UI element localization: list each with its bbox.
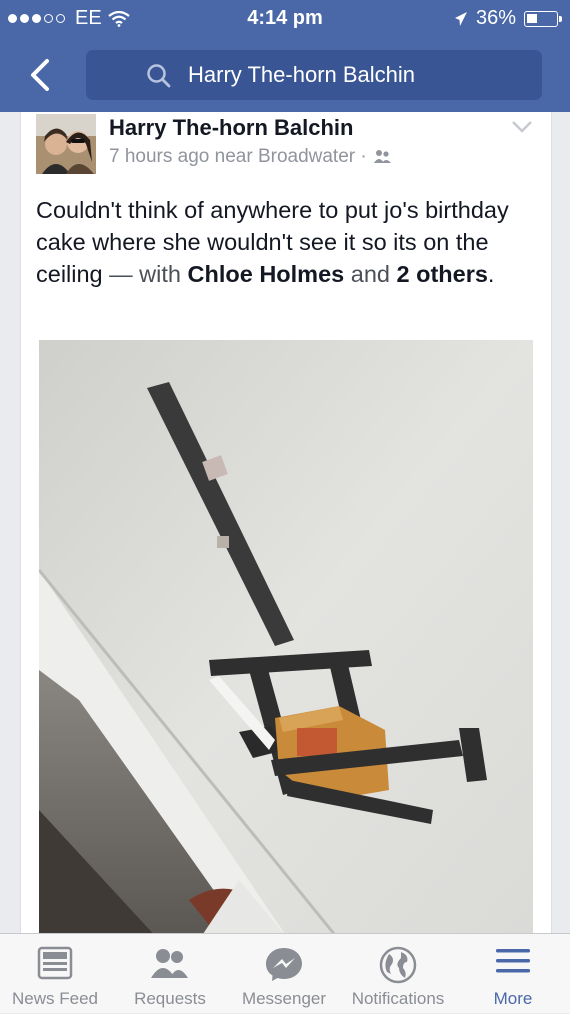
friends-icon: [373, 150, 391, 163]
status-bar: EE 4:14 pm 36%: [0, 0, 570, 40]
search-text: Harry The-horn Balchin: [188, 62, 416, 87]
tab-label: News Feed: [12, 989, 98, 1008]
menu-icon: [496, 949, 530, 973]
news-feed-icon: [37, 946, 73, 980]
post-photo[interactable]: [39, 340, 533, 940]
chevron-left-icon: [31, 59, 49, 91]
post-author-name[interactable]: Harry The-horn Balchin: [109, 115, 353, 141]
post-meta: 7 hours ago near Broadwater ·: [109, 146, 393, 168]
post-text: Couldn't think of anywhere to put jo's b…: [36, 194, 536, 290]
friend-requests-icon: [151, 949, 188, 978]
app-header: EE 4:14 pm 36% Harry The-horn Balchin: [0, 0, 570, 112]
post-card: Harry The-horn Balchin 7 hours ago near …: [20, 112, 552, 940]
search-icon: [147, 64, 171, 88]
battery-icon: [524, 10, 562, 27]
battery-level: [527, 13, 537, 23]
status-right: 36%: [454, 7, 562, 30]
tab-label: Messenger: [241, 989, 327, 1008]
tab-news-feed[interactable]: News Feed: [0, 934, 110, 1014]
post-with-text: — with: [102, 261, 188, 287]
post-time-location: 7 hours ago near Broadwater ·: [109, 146, 367, 167]
tab-messenger[interactable]: Messenger: [234, 934, 334, 1014]
tab-bar: News Feed Requests Messenger Notificatio…: [0, 933, 570, 1013]
tab-label: Notifications: [351, 989, 445, 1008]
tab-more[interactable]: More: [466, 934, 560, 1014]
ceiling-cake-photo: [39, 340, 533, 940]
tab-label: More: [493, 989, 533, 1008]
globe-icon: [379, 946, 417, 984]
tab-label: Requests: [134, 989, 206, 1008]
chevron-down-icon[interactable]: [511, 120, 533, 134]
search-input[interactable]: Harry The-horn Balchin: [86, 50, 542, 100]
tab-requests[interactable]: Requests: [120, 934, 220, 1014]
location-arrow-icon: [454, 11, 467, 26]
avatar-photo: [36, 114, 96, 174]
messenger-icon: [266, 948, 302, 981]
tab-notifications[interactable]: Notifications: [342, 934, 454, 1014]
tagged-person-link[interactable]: Chloe Holmes: [188, 261, 345, 287]
post-end-text: .: [487, 261, 495, 287]
author-avatar[interactable]: [36, 114, 96, 174]
post-and-text: and: [344, 261, 397, 287]
back-button[interactable]: [22, 55, 58, 95]
tagged-others-link[interactable]: 2 others: [397, 261, 488, 287]
battery-percent: 36%: [475, 7, 516, 29]
